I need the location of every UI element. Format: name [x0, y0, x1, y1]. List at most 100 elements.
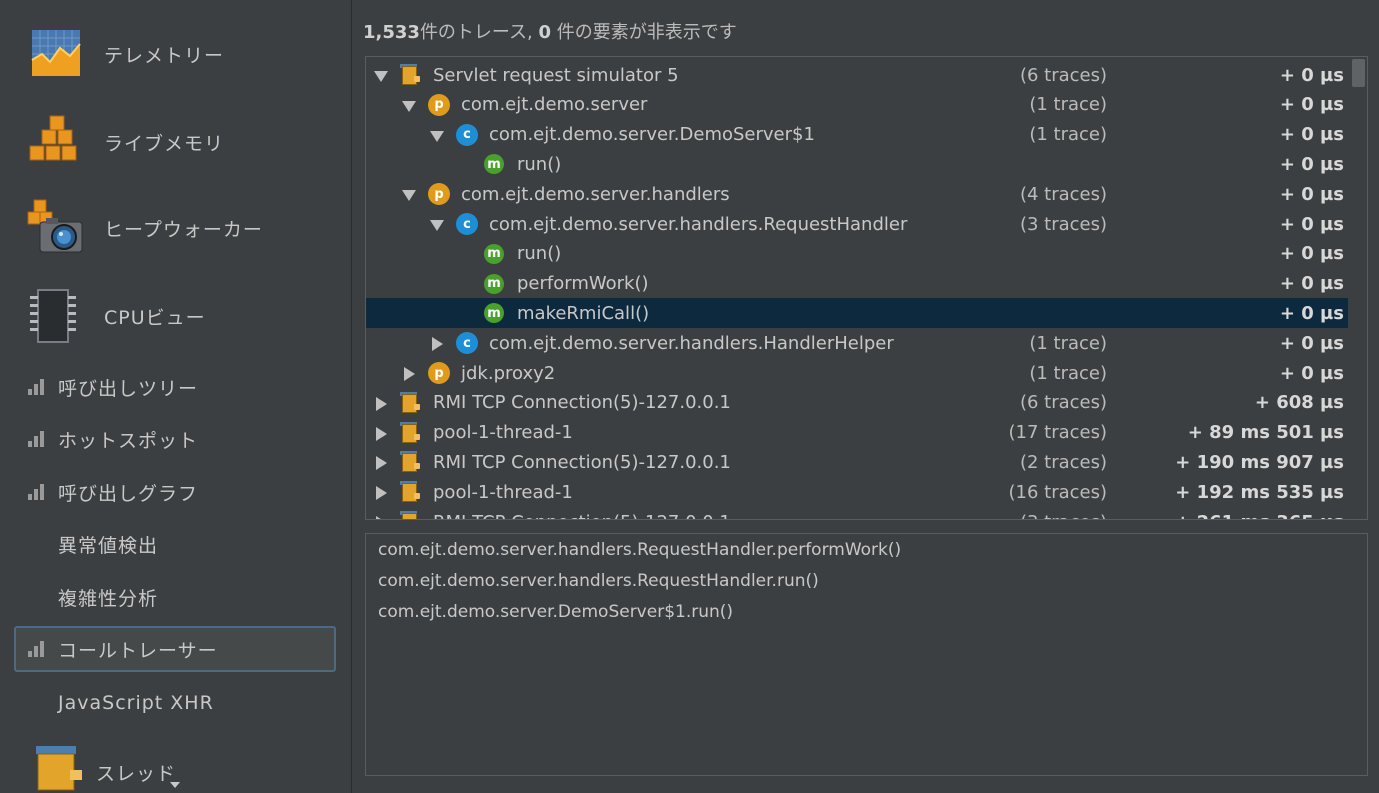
tree-row-label: com.ejt.demo.server [461, 94, 648, 116]
trace-count: (1 trace) [1029, 94, 1107, 116]
time-delta: + 0 µs [1279, 124, 1344, 146]
time-delta: + 0 µs [1279, 362, 1344, 384]
tree-row-label: Servlet request simulator 5 [433, 64, 679, 86]
sidebar-item-label: 複雑性分析 [58, 587, 159, 610]
sidebar-item-threads[interactable]: スレッド [26, 742, 346, 793]
tree-row-label: com.ejt.demo.server.handlers.HandlerHelp… [489, 332, 894, 354]
sidebar-item-javascript-xhr[interactable]: JavaScript XHR [14, 681, 336, 725]
time-delta: + 0 µs [1279, 64, 1344, 86]
collapse-arrow-icon[interactable] [430, 128, 444, 142]
hidden-count: 0 [538, 22, 552, 43]
time-delta: + 0 µs [1279, 94, 1344, 116]
tree-row[interactable]: RMI TCP Connection(5)-127.0.0.1 (6 traces… [366, 388, 1348, 418]
time-delta: + 190 ms 907 µs [1175, 451, 1344, 473]
tree-row[interactable]: p com.ejt.demo.server.handlers (4 traces) +… [366, 179, 1348, 209]
stack-frame[interactable]: com.ejt.demo.server.handlers.RequestHand… [378, 571, 819, 591]
package-icon: p [428, 362, 450, 384]
tree-row-label: run() [517, 243, 562, 265]
tree-row-label: makeRmiCall() [517, 302, 650, 324]
thread-icon [400, 481, 422, 503]
sidebar-item-label: コールトレーサー [58, 639, 218, 662]
expand-arrow-icon[interactable] [374, 426, 388, 441]
bar-chart-icon [28, 379, 48, 395]
sidebar-item-cpu[interactable]: CPUビュー [26, 286, 346, 346]
tree-row-label: RMI TCP Connection(5)-127.0.0.1 [433, 512, 731, 520]
thread-icon [400, 451, 422, 473]
heap-walker-icon [26, 198, 86, 258]
trace-count: (1 trace) [1029, 124, 1107, 146]
tree-row[interactable]: m run() + 0 µs [366, 239, 1348, 269]
time-delta: + 0 µs [1279, 153, 1344, 175]
tree-row-label: RMI TCP Connection(5)-127.0.0.1 [433, 451, 731, 473]
trace-count: (4 traces) [1019, 183, 1107, 205]
expand-arrow-icon[interactable] [402, 366, 416, 381]
expand-arrow-icon[interactable] [430, 336, 444, 352]
expand-arrow-icon[interactable] [374, 396, 388, 411]
trace-count: (1 trace) [1029, 362, 1107, 384]
sidebar-item-call-graph[interactable]: 呼び出しグラフ [14, 470, 336, 514]
time-delta: + 192 ms 535 µs [1175, 481, 1344, 503]
thread-icon [400, 421, 422, 444]
collapse-arrow-icon[interactable] [374, 68, 388, 82]
tree-row-label: com.ejt.demo.server.DemoServer$1 [489, 124, 815, 146]
sidebar-item-live-memory[interactable]: ライブメモリ [26, 112, 346, 172]
time-delta: + 89 ms 501 µs [1187, 422, 1344, 444]
sidebar-item-outlier-detection[interactable]: 異常値検出 [14, 522, 336, 566]
telemetry-icon [26, 24, 86, 84]
vertical-scrollbar[interactable] [1349, 57, 1367, 519]
package-icon: p [428, 93, 450, 116]
cpu-icon [26, 286, 86, 346]
sidebar-item-label: ヒープウォーカー [104, 218, 263, 241]
stack-frame[interactable]: com.ejt.demo.server.DemoServer$1.run() [378, 602, 733, 622]
collapse-arrow-icon[interactable] [402, 187, 416, 202]
tree-row[interactable]: c com.ejt.demo.server.handlers.HandlerHel… [366, 328, 1348, 358]
stack-frame[interactable]: com.ejt.demo.server.handlers.RequestHand… [378, 540, 901, 560]
tree-row[interactable]: pool-1-thread-1 (16 traces) + 192 ms 535 µ… [366, 477, 1348, 507]
scrollbar-thumb[interactable] [1352, 59, 1365, 87]
trace-count: (3 traces) [1020, 512, 1107, 520]
sidebar-item-label: 呼び出しグラフ [58, 482, 199, 505]
tree-row-label: performWork() [517, 273, 649, 295]
tree-row[interactable]: c com.ejt.demo.server.handlers.RequestHan… [366, 209, 1348, 239]
bar-chart-icon [28, 431, 48, 447]
expand-arrow-icon[interactable] [374, 515, 388, 519]
sidebar: テレメトリー ライブメモリ ヒープウォーカー CPUビュー 呼び出しツリー ホッ… [0, 0, 352, 793]
sidebar-item-complexity-analysis[interactable]: 複雑性分析 [14, 575, 336, 619]
time-delta: + 0 µs [1279, 302, 1344, 324]
method-icon: m [484, 154, 504, 175]
sidebar-item-heap-walker[interactable]: ヒープウォーカー [26, 198, 346, 258]
sidebar-item-call-tracer[interactable]: コールトレーサー [14, 626, 336, 672]
tree-row[interactable]: RMI TCP Connection(5)-127.0.0.1 (3 traces… [366, 507, 1348, 520]
sidebar-item-label: スレッド [96, 762, 177, 785]
sidebar-item-hotspots[interactable]: ホットスポット [14, 417, 336, 461]
sidebar-item-call-tree[interactable]: 呼び出しツリー [14, 365, 336, 409]
tree-row[interactable]: m makeRmiCall() + 0 µs [366, 298, 1348, 329]
expand-arrow-icon[interactable] [374, 455, 388, 471]
tree-row[interactable]: c com.ejt.demo.server.DemoServer$1 (1 trac… [366, 120, 1348, 150]
collapse-arrow-icon[interactable] [430, 217, 444, 231]
tree-row[interactable]: m run() + 0 µs [366, 149, 1348, 179]
bar-chart-icon [28, 641, 48, 657]
tree-row[interactable]: p com.ejt.demo.server (1 trace) + 0 µs [366, 90, 1348, 120]
scroll-down-arrow-icon[interactable] [170, 782, 180, 788]
expand-arrow-icon[interactable] [374, 485, 388, 501]
collapse-arrow-icon[interactable] [402, 98, 416, 112]
method-icon: m [484, 303, 504, 324]
tree-row[interactable]: pool-1-thread-1 (17 traces) + 89 ms 501 µs [366, 418, 1348, 448]
thread-icon [400, 64, 422, 86]
tree-row[interactable]: RMI TCP Connection(5)-127.0.0.1 (2 traces… [366, 447, 1348, 477]
thread-icon [400, 391, 422, 414]
sidebar-item-label: テレメトリー [104, 44, 225, 67]
sidebar-item-label: ホットスポット [58, 429, 199, 452]
time-delta: + 608 µs [1254, 392, 1344, 414]
tree-row[interactable]: m performWork() + 0 µs [366, 269, 1348, 299]
trace-tree[interactable]: Servlet request simulator 5 (6 traces) + 0… [365, 56, 1368, 520]
tree-row-label: pool-1-thread-1 [433, 481, 573, 503]
tree-row[interactable]: p jdk.proxy2 (1 trace) + 0 µs [366, 358, 1348, 388]
trace-count: (3 traces) [1019, 213, 1107, 235]
sidebar-item-telemetry[interactable]: テレメトリー [26, 24, 346, 84]
time-delta: + 0 µs [1279, 213, 1344, 235]
thread-icon [400, 511, 422, 519]
time-delta: + 0 µs [1279, 243, 1344, 265]
tree-row[interactable]: Servlet request simulator 5 (6 traces) + 0… [366, 60, 1348, 90]
